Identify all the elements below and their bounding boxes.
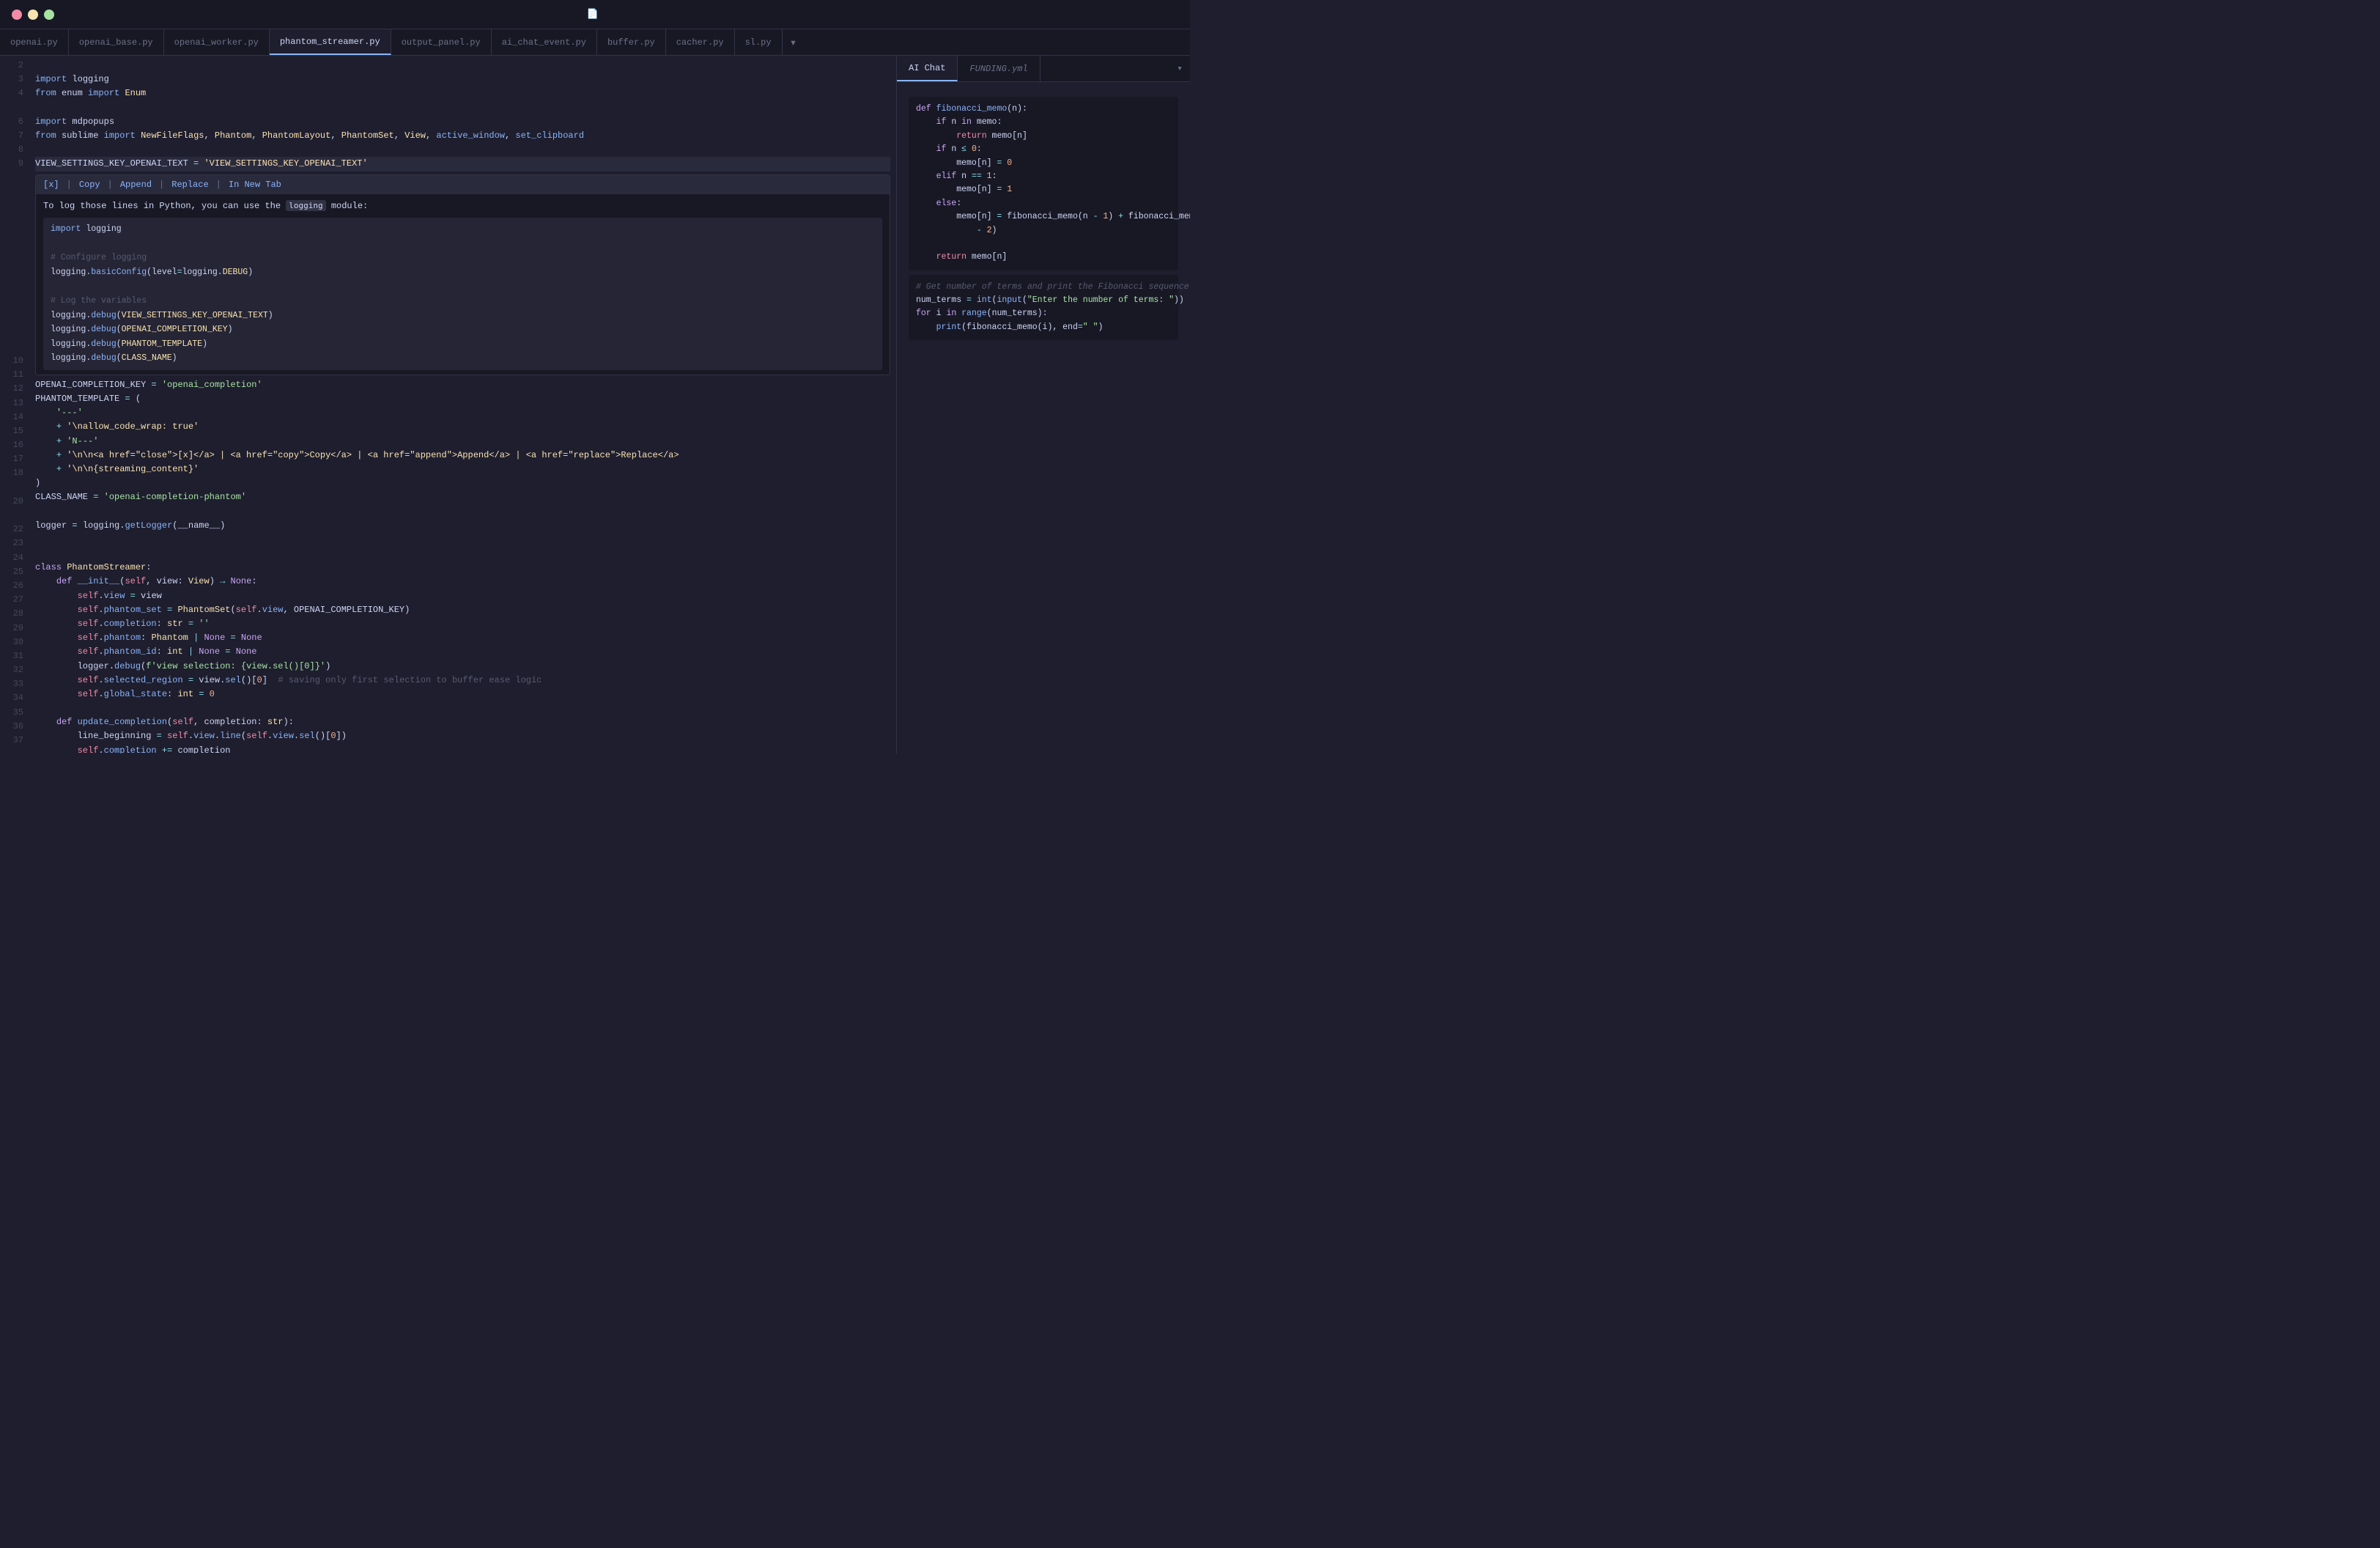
code-line: + 'N---' (35, 435, 890, 449)
ai-panel-overflow-button[interactable]: ▾ (1169, 56, 1190, 81)
code-line: self.view = view (35, 589, 890, 603)
code-line: PHANTOM_TEMPLATE = ( (35, 392, 890, 406)
code-line: ) (35, 476, 890, 490)
code-line: logger = logging.getLogger(__name__) (35, 519, 890, 533)
code-line (35, 143, 890, 157)
popup-replace-link[interactable]: Replace (171, 177, 208, 192)
code-line-highlighted: VIEW_SETTINGS_KEY_OPENAI_TEXT = 'VIEW_SE… (35, 157, 890, 171)
code-line: self.completion: str = '' (35, 617, 890, 631)
code-line: + '\n\n{streaming_content}' (35, 462, 890, 476)
code-lines: import logging from enum import Enum imp… (29, 56, 896, 753)
code-line: from enum import Enum (35, 86, 890, 100)
popup-header: [x] | Copy | Append | Replace | In New T… (36, 175, 890, 194)
popup-append-link[interactable]: Append (120, 177, 152, 192)
close-button[interactable] (12, 10, 22, 20)
code-line (35, 59, 890, 73)
maximize-button[interactable] (44, 10, 54, 20)
ai-chat-content[interactable]: def fibonacci_memo(n): if n in memo: ret… (897, 82, 1190, 753)
code-line: logger.debug(f'view selection: {view.sel… (35, 660, 890, 674)
code-line: self.completion += completion (35, 744, 890, 753)
tab-openai-py[interactable]: openai.py (0, 29, 69, 55)
tab-overflow-button[interactable]: ▾ (783, 29, 805, 55)
code-line: OPENAI_COMPLETION_KEY = 'openai_completi… (35, 378, 890, 392)
tab-ai-chat-event-py[interactable]: ai_chat_event.py (492, 29, 597, 55)
code-line: import logging (35, 73, 890, 86)
code-line: + '\nallow_code_wrap: true' (35, 420, 890, 434)
code-line: line_beginning = self.view.line(self.vie… (35, 729, 890, 743)
code-line: + '\n\n<a href="close">[x]</a> | <a href… (35, 449, 890, 462)
ai-code-main: # Get number of terms and print the Fibo… (909, 275, 1178, 341)
popup-text: To log those lines in Python, you can us… (43, 199, 882, 213)
code-line: class PhantomStreamer: (35, 561, 890, 575)
code-line (35, 504, 890, 518)
code-line: from sublime import NewFileFlags, Phanto… (35, 129, 890, 143)
code-line: CLASS_NAME = 'openai-completion-phantom' (35, 490, 890, 504)
code-line (35, 547, 890, 561)
popup-copy-link[interactable]: Copy (79, 177, 100, 192)
code-line: self.phantom: Phantom | None = None (35, 631, 890, 645)
titlebar: 📄 (0, 0, 1190, 29)
tab-cacher-py[interactable]: cacher.py (666, 29, 735, 55)
tab-output-panel-py[interactable]: output_panel.py (391, 29, 492, 55)
code-line: '---' (35, 406, 890, 420)
ai-panel: AI Chat FUNDING.yml ▾ def fibonacci_memo… (897, 56, 1190, 753)
code-line: import mdpopups (35, 115, 890, 129)
ai-panel-tabs: AI Chat FUNDING.yml ▾ (897, 56, 1190, 82)
code-content: 2 3 4 6 7 8 9 (0, 56, 896, 753)
popup-close-link[interactable]: [x] (43, 177, 59, 192)
code-line: self.selected_region = view.sel()[0] # s… (35, 674, 890, 688)
code-line: def __init__(self, view: View) → None: (35, 575, 890, 589)
line-numbers: 2 3 4 6 7 8 9 (0, 56, 29, 753)
code-editor[interactable]: 2 3 4 6 7 8 9 (0, 56, 897, 753)
code-line: def update_completion(self, completion: … (35, 715, 890, 729)
code-line: self.phantom_set = PhantomSet(self.view,… (35, 603, 890, 617)
window-title: 📄 (587, 9, 603, 20)
tab-openai-base-py[interactable]: openai_base.py (69, 29, 164, 55)
tab-openai-worker-py[interactable]: openai_worker.py (164, 29, 270, 55)
code-line (35, 101, 890, 115)
tab-funding-yml[interactable]: FUNDING.yml (958, 56, 1040, 81)
code-line: self.global_state: int = 0 (35, 688, 890, 701)
code-line (35, 533, 890, 547)
ai-code-fibonacci: def fibonacci_memo(n): if n in memo: ret… (909, 97, 1178, 270)
tab-sl-py[interactable]: sl.py (735, 29, 783, 55)
popup-new-tab-link[interactable]: In New Tab (229, 177, 281, 192)
code-line (35, 701, 890, 715)
tab-phantom-streamer-py[interactable]: phantom_streamer.py (270, 29, 391, 55)
minimize-button[interactable] (28, 10, 38, 20)
main-layout: 2 3 4 6 7 8 9 (0, 56, 1190, 753)
traffic-lights (12, 10, 54, 20)
tab-ai-chat[interactable]: AI Chat (897, 56, 958, 81)
tab-buffer-py[interactable]: buffer.py (597, 29, 666, 55)
inline-popup: [x] | Copy | Append | Replace | In New T… (35, 174, 890, 375)
file-icon: 📄 (587, 9, 599, 20)
popup-code: import logging # Configure logging loggi… (43, 218, 882, 369)
code-line: self.phantom_id: int | None = None (35, 645, 890, 659)
ai-tab-group: AI Chat FUNDING.yml (897, 56, 1041, 81)
tab-bar: openai.py openai_base.py openai_worker.p… (0, 29, 1190, 56)
